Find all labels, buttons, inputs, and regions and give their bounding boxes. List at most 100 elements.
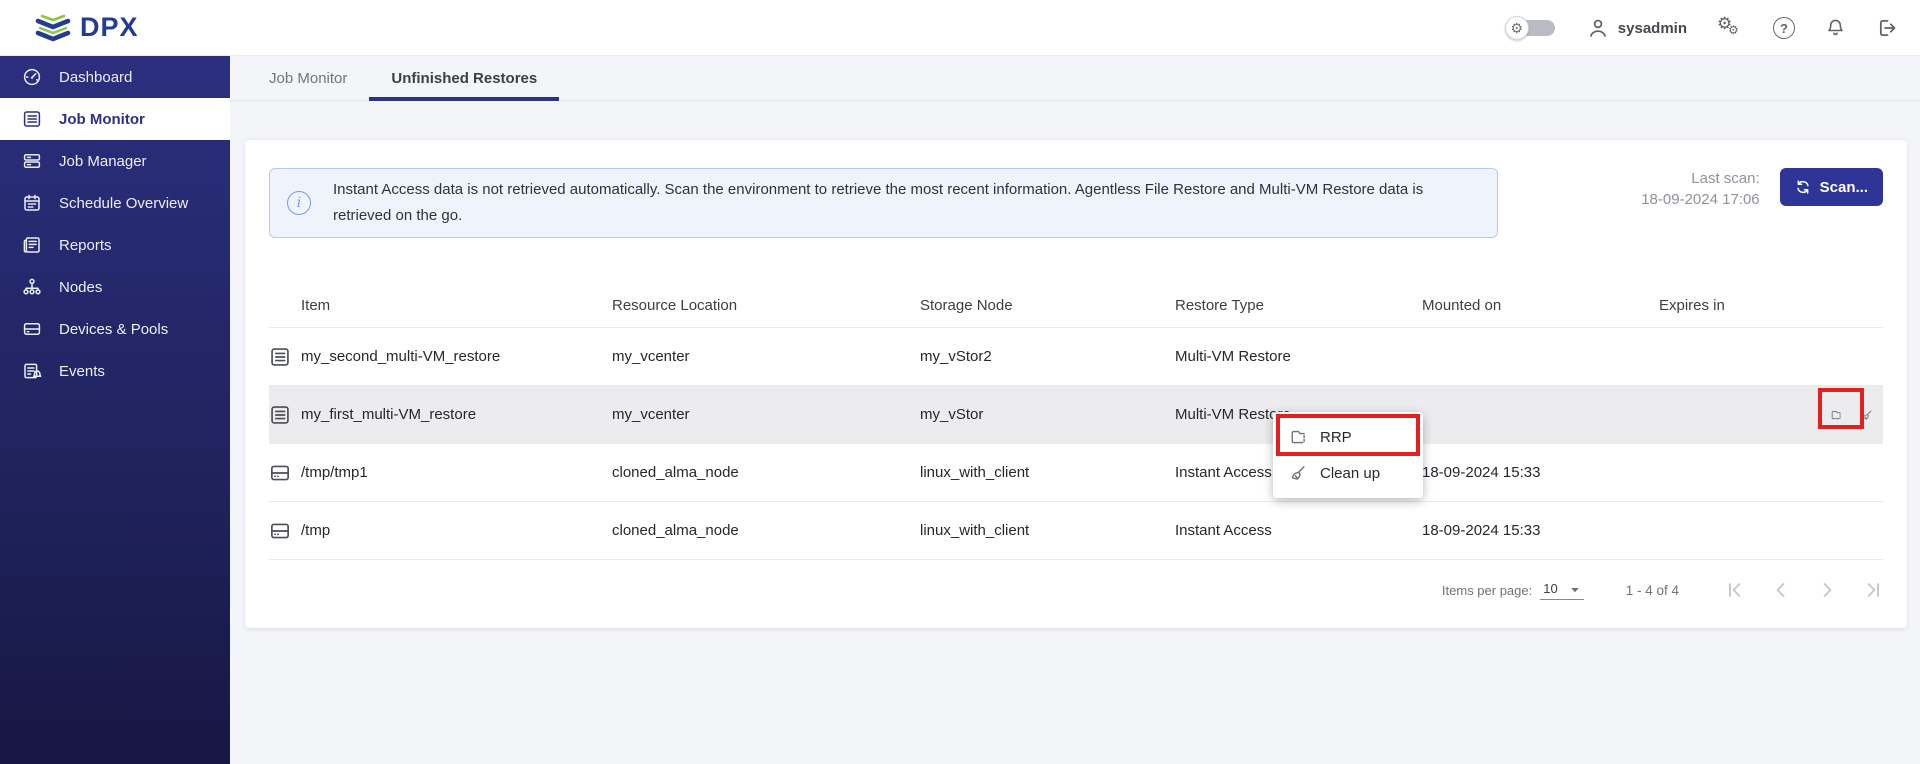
column-header-mounted-on: Mounted on <box>1422 297 1659 314</box>
job-monitor-icon <box>22 109 42 129</box>
user-icon <box>1587 17 1609 39</box>
table-row[interactable]: my_first_multi-VM_restoremy_vcentermy_vS… <box>269 386 1883 444</box>
next-page-icon[interactable] <box>1817 580 1837 600</box>
cell-resource-location: cloned_alma_node <box>612 464 920 481</box>
sidebar-item-dashboard[interactable]: Dashboard <box>0 56 230 98</box>
info-banner-text: Instant Access data is not retrieved aut… <box>333 177 1458 229</box>
cell-storage-node: my_vStor2 <box>920 348 1175 365</box>
sidebar-item-label: Nodes <box>59 279 102 296</box>
cell-resource-location: cloned_alma_node <box>612 522 920 539</box>
settings-toggle[interactable]: ⚙ <box>1505 17 1557 39</box>
cell-mounted-on: 18-09-2024 15:33 <box>1422 522 1659 539</box>
dpx-layers-icon <box>34 11 72 45</box>
info-icon: i <box>287 191 311 215</box>
user-menu[interactable]: sysadmin <box>1587 17 1687 39</box>
nodes-icon <box>22 277 42 297</box>
row-actions <box>1830 404 1883 426</box>
column-header-storage-node: Storage Node <box>920 297 1175 314</box>
column-header-item: Item <box>301 297 612 314</box>
logout-icon[interactable] <box>1876 17 1898 39</box>
sidebar-item-reports[interactable]: Reports <box>0 224 230 266</box>
clean-up-button[interactable] <box>1861 404 1873 426</box>
cell-storage-node: linux_with_client <box>920 522 1175 539</box>
context-menu-item-label: RRP <box>1320 429 1352 446</box>
services-icon[interactable]: ⚙⚙ <box>1717 16 1743 40</box>
chevron-down-icon <box>1568 583 1582 597</box>
username-label: sysadmin <box>1618 20 1687 37</box>
previous-page-icon[interactable] <box>1771 580 1791 600</box>
sidebar-item-label: Job Manager <box>59 153 147 170</box>
column-header-restore-type: Restore Type <box>1175 297 1422 314</box>
context-menu-item-clean-up[interactable]: Clean up <box>1273 455 1423 491</box>
cell-item: my_first_multi-VM_restore <box>301 406 612 423</box>
last-scan-value: 18-09-2024 17:06 <box>1641 189 1759 210</box>
sidebar-item-label: Schedule Overview <box>59 195 188 212</box>
last-page-icon[interactable] <box>1863 580 1883 600</box>
sidebar-item-label: Dashboard <box>59 69 132 86</box>
list-icon <box>269 346 291 368</box>
context-menu-item-rrp[interactable]: RRP <box>1273 419 1423 455</box>
help-icon[interactable]: ? <box>1773 17 1795 39</box>
pagination-bar: Items per page: 10 1 - 4 of 4 <box>269 552 1883 628</box>
items-per-page-label: Items per page: <box>1442 583 1532 598</box>
folder-icon <box>1830 404 1842 426</box>
scan-button-label: Scan... <box>1820 179 1868 196</box>
sidebar-item-events[interactable]: Events <box>0 350 230 392</box>
list-icon <box>269 404 291 426</box>
tab-bar: Job Monitor Unfinished Restores <box>230 56 1920 101</box>
sidebar-item-label: Job Monitor <box>59 111 145 128</box>
notifications-bell-icon[interactable] <box>1825 17 1846 39</box>
cell-mounted-on: 18-09-2024 15:33 <box>1422 464 1659 481</box>
dpx-logo: DPX <box>34 11 139 45</box>
folder-icon <box>1289 428 1307 446</box>
devices-icon <box>22 319 42 339</box>
schedule-icon <box>22 193 42 213</box>
toggle-gear-icon: ⚙ <box>1505 16 1529 40</box>
sidebar-item-job-monitor[interactable]: Job Monitor <box>0 98 230 140</box>
cell-resource-location: my_vcenter <box>612 406 920 423</box>
events-icon <box>22 361 42 381</box>
sidebar-item-nodes[interactable]: Nodes <box>0 266 230 308</box>
sidebar-item-schedule-overview[interactable]: Schedule Overview <box>0 182 230 224</box>
cell-item: /tmp/tmp1 <box>301 464 612 481</box>
info-banner: i Instant Access data is not retrieved a… <box>269 168 1498 238</box>
main-area: Job Monitor Unfinished Restores i Instan… <box>230 56 1920 764</box>
table-row[interactable]: my_second_multi-VM_restoremy_vcentermy_v… <box>269 328 1883 386</box>
tab-unfinished-restores[interactable]: Unfinished Restores <box>369 56 559 100</box>
last-scan-info: Last scan: 18-09-2024 17:06 <box>1641 168 1759 210</box>
reports-icon <box>22 235 42 255</box>
sidebar-item-job-manager[interactable]: Job Manager <box>0 140 230 182</box>
tab-job-monitor[interactable]: Job Monitor <box>247 56 369 100</box>
column-header-expires-in: Expires in <box>1659 297 1830 314</box>
context-menu-item-label: Clean up <box>1320 465 1380 482</box>
sidebar-item-label: Devices & Pools <box>59 321 168 338</box>
cell-storage-node: linux_with_client <box>920 464 1175 481</box>
items-per-page-select[interactable]: 10 <box>1540 581 1583 600</box>
first-page-icon[interactable] <box>1725 580 1745 600</box>
server-icon <box>269 520 291 542</box>
refresh-icon <box>1795 179 1811 195</box>
pagination-range: 1 - 4 of 4 <box>1626 583 1679 598</box>
sidebar-item-label: Reports <box>59 237 112 254</box>
sidebar-item-label: Events <box>59 363 105 380</box>
sidebar: Dashboard Job Monitor Job Manager Schedule … <box>0 56 230 764</box>
job-manager-icon <box>22 151 42 171</box>
unfinished-restores-table: ItemResource LocationStorage NodeRestore… <box>269 284 1883 560</box>
app-title: DPX <box>80 12 139 43</box>
server-icon <box>269 462 291 484</box>
scan-button[interactable]: Scan... <box>1780 168 1883 206</box>
unfinished-restores-panel: i Instant Access data is not retrieved a… <box>245 140 1907 628</box>
cell-resource-location: my_vcenter <box>612 348 920 365</box>
cell-restore-type: Instant Access <box>1175 522 1422 539</box>
cell-item: /tmp <box>301 522 612 539</box>
broom-icon <box>1289 464 1307 482</box>
table-header-row: ItemResource LocationStorage NodeRestore… <box>269 284 1883 328</box>
row-context-menu: RRP Clean up <box>1273 412 1423 498</box>
table-row[interactable]: /tmp/tmp1cloned_alma_nodelinux_with_clie… <box>269 444 1883 502</box>
dashboard-icon <box>22 67 42 87</box>
sidebar-item-devices-pools[interactable]: Devices & Pools <box>0 308 230 350</box>
broom-icon <box>1861 404 1873 426</box>
column-header-resource-location: Resource Location <box>612 297 920 314</box>
cell-item: my_second_multi-VM_restore <box>301 348 612 365</box>
rrp-folder-button[interactable] <box>1830 404 1842 426</box>
